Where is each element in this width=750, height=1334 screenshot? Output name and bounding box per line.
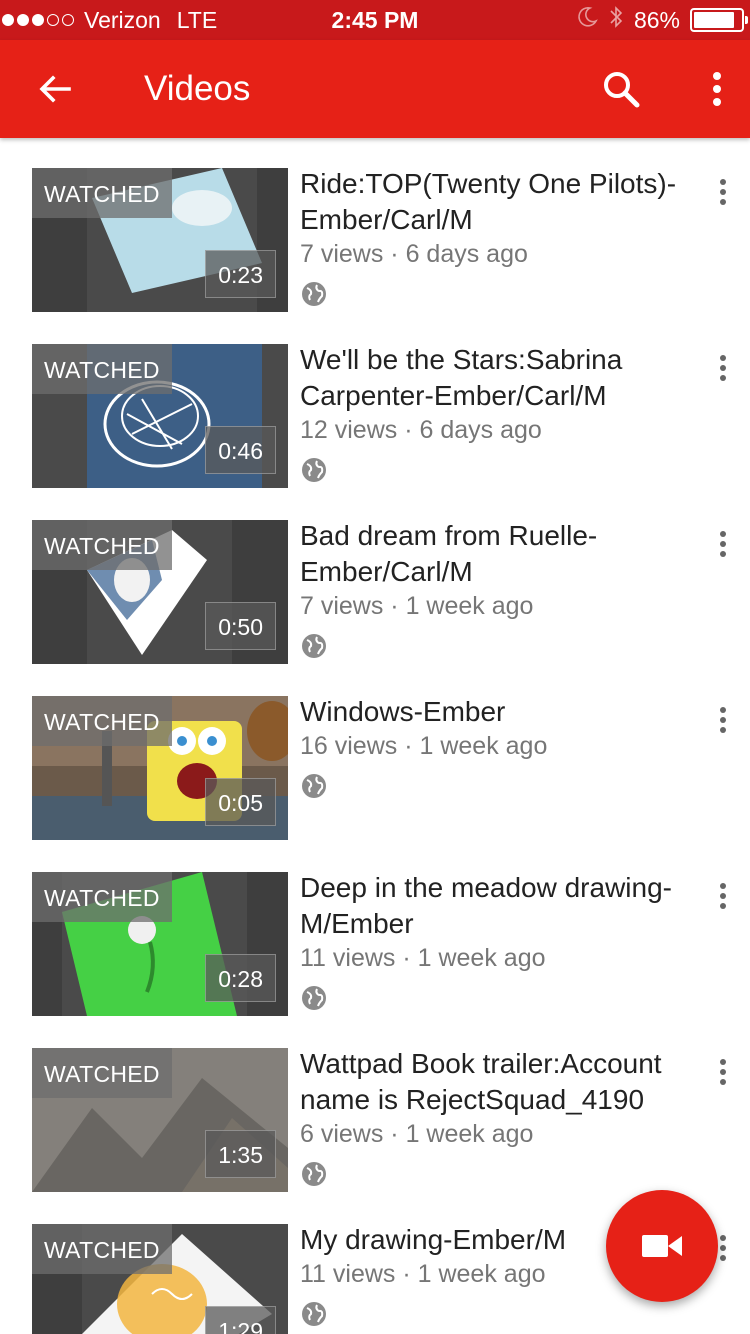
video-more-button[interactable] [708, 348, 738, 388]
page-title: Videos [144, 69, 251, 108]
video-meta: 7 views · 6 days ago [300, 240, 528, 268]
video-info: We'll be the Stars:Sabrina Carpenter-Emb… [300, 342, 700, 489]
back-arrow-icon [39, 75, 71, 103]
video-more-button[interactable] [708, 172, 738, 212]
watched-badge: WATCHED [32, 696, 172, 746]
video-thumbnail[interactable]: WATCHED 1:35 [32, 1048, 288, 1192]
video-item[interactable]: WATCHED 0:46 We'll be the Stars:Sabrina … [0, 314, 750, 490]
video-item[interactable]: WATCHED 0:05 Windows-Ember 16 views · 1 … [0, 666, 750, 842]
video-item[interactable]: WATCHED 0:23 Ride:TOP(Twenty One Pilots)… [0, 138, 750, 314]
globe-icon [302, 774, 326, 798]
watched-badge: WATCHED [32, 168, 172, 218]
video-item[interactable]: WATCHED 1:35 Wattpad Book trailer:Accoun… [0, 1018, 750, 1194]
duration-badge: 0:50 [205, 602, 276, 650]
status-bar: Verizon LTE 2:45 PM 86% [0, 0, 750, 40]
video-thumbnail[interactable]: WATCHED 1:29 [32, 1224, 288, 1334]
watched-badge: WATCHED [32, 520, 172, 570]
video-info: Ride:TOP(Twenty One Pilots)-Ember/Carl/M… [300, 166, 700, 313]
battery-icon [690, 8, 748, 32]
more-vert-icon [713, 72, 721, 106]
moon-icon [576, 6, 598, 34]
video-thumbnail[interactable]: WATCHED 0:50 [32, 520, 288, 664]
battery-percent: 86% [633, 6, 680, 33]
globe-icon [302, 986, 326, 1010]
duration-badge: 0:28 [205, 954, 276, 1002]
bluetooth-icon [608, 4, 624, 36]
video-meta: 6 views · 1 week ago [300, 1120, 534, 1148]
duration-badge: 0:23 [205, 250, 276, 298]
video-thumbnail[interactable]: WATCHED 0:23 [32, 168, 288, 312]
video-meta: 11 views · 1 week ago [300, 944, 546, 972]
globe-icon [302, 458, 326, 482]
globe-icon [302, 1162, 326, 1186]
globe-icon [302, 634, 326, 658]
video-more-button[interactable] [708, 876, 738, 916]
video-more-button[interactable] [708, 1052, 738, 1092]
video-title[interactable]: Wattpad Book trailer:Account name is Rej… [300, 1046, 700, 1118]
duration-badge: 0:05 [205, 778, 276, 826]
app-bar: Videos [0, 40, 750, 138]
video-title[interactable]: Deep in the meadow drawing-M/Ember [300, 870, 700, 942]
search-button[interactable] [596, 64, 646, 114]
globe-icon [302, 282, 326, 306]
video-thumbnail[interactable]: WATCHED 0:28 [32, 872, 288, 1016]
watched-badge: WATCHED [32, 1224, 172, 1274]
video-meta: 7 views · 1 week ago [300, 592, 534, 620]
video-meta: 16 views · 1 week ago [300, 732, 548, 760]
video-info: Bad dream from Ruelle-Ember/Carl/M 7 vie… [300, 518, 700, 665]
video-item[interactable]: WATCHED 0:28 Deep in the meadow drawing-… [0, 842, 750, 1018]
video-info: Wattpad Book trailer:Account name is Rej… [300, 1046, 700, 1193]
upload-video-button[interactable] [606, 1190, 718, 1302]
video-title[interactable]: Bad dream from Ruelle-Ember/Carl/M [300, 518, 700, 590]
video-info: Deep in the meadow drawing-M/Ember 11 vi… [300, 870, 700, 1017]
video-item[interactable]: WATCHED 0:50 Bad dream from Ruelle-Ember… [0, 490, 750, 666]
video-info: Windows-Ember 16 views · 1 week ago [300, 694, 700, 805]
video-more-button[interactable] [708, 700, 738, 740]
duration-badge: 1:35 [205, 1130, 276, 1178]
globe-icon [302, 1302, 326, 1326]
video-title[interactable]: We'll be the Stars:Sabrina Carpenter-Emb… [300, 342, 700, 414]
video-thumbnail[interactable]: WATCHED 0:46 [32, 344, 288, 488]
search-icon [604, 72, 640, 108]
video-title[interactable]: Ride:TOP(Twenty One Pilots)-Ember/Carl/M [300, 166, 700, 238]
video-meta: 12 views · 6 days ago [300, 416, 542, 444]
video-thumbnail[interactable]: WATCHED 0:05 [32, 696, 288, 840]
video-title[interactable]: Windows-Ember [300, 694, 700, 730]
back-button[interactable] [30, 64, 80, 114]
duration-badge: 0:46 [205, 426, 276, 474]
more-options-button[interactable] [694, 64, 740, 114]
watched-badge: WATCHED [32, 1048, 172, 1098]
duration-badge: 1:29 [205, 1306, 276, 1334]
video-more-button[interactable] [708, 524, 738, 564]
status-right: 86% [576, 0, 748, 40]
watched-badge: WATCHED [32, 344, 172, 394]
video-camera-icon [642, 1235, 682, 1257]
watched-badge: WATCHED [32, 872, 172, 922]
